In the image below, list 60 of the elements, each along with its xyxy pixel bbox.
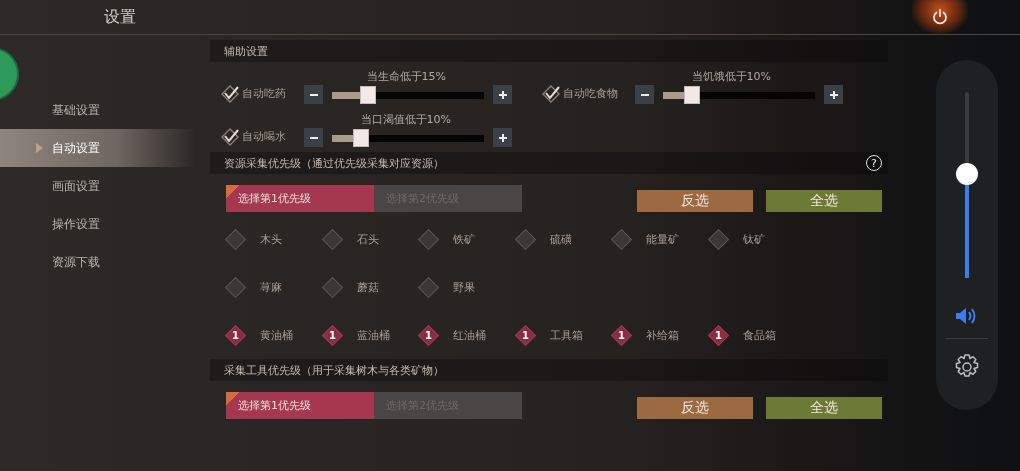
checkbox[interactable] [220,84,240,104]
section-title: 辅助设置 [224,43,268,59]
plus-icon [828,89,839,100]
nav-item[interactable]: 画面设置 [0,167,195,205]
option-label: 自动喝水 [242,129,287,145]
nav-item[interactable]: 资源下载 [0,243,195,281]
volume-thumb[interactable] [956,162,978,185]
plus-button[interactable] [493,85,512,104]
resource-label: 野果 [453,279,475,295]
nav-item[interactable]: 基础设置 [0,91,195,129]
power-button[interactable] [912,0,968,34]
plus-button[interactable] [493,128,512,147]
checkbox[interactable]: 1 [514,324,536,346]
option-label: 自动吃食物 [563,86,619,102]
resource-label: 硫磺 [549,231,572,247]
resource-label: 补给箱 [646,327,679,343]
invert-button[interactable]: 反选 [637,396,753,419]
priority-tab[interactable]: 选择第1优先级 [226,391,374,419]
slider-reading: 当口渴值低于10% [360,113,452,127]
checkbox[interactable]: 1 [417,324,440,346]
plus-icon [497,132,508,143]
option-label: 自动吃药 [242,86,287,102]
slider-reading: 当饥饿低于10% [691,70,772,84]
section-title: 资源采集优先级（通过优先级采集对应资源） [224,155,444,171]
resource-label: 钛矿 [742,231,765,247]
resource-label: 荨麻 [260,279,282,295]
slider-thumb[interactable] [684,86,701,104]
slider-thumb[interactable] [359,86,376,104]
resource-label: 铁矿 [453,231,475,247]
resource-label: 蘑菇 [356,279,379,295]
minus-button[interactable] [635,85,654,104]
page-title: 设置 [103,6,136,28]
section-title: 采集工具优先级（用于采集树木与各类矿物） [224,362,444,378]
checkbox[interactable]: 1 [224,324,247,346]
resource-label: 食品箱 [742,327,776,343]
invert-button[interactable]: 反选 [637,189,753,212]
select-all-button[interactable]: 全选 [766,189,882,212]
resource-label: 红油桶 [453,327,486,343]
checkbox[interactable] [541,84,561,104]
slider-reading: 当生命低于15% [366,70,447,84]
slider-thumb[interactable] [353,129,370,147]
resource-label: 石头 [356,231,379,247]
resource-label: 能量矿 [646,231,679,247]
power-icon [931,8,949,26]
plus-icon [497,89,508,100]
priority-tab[interactable]: 选择第1优先级 [226,184,374,212]
checkbox[interactable]: 1 [321,324,343,346]
plus-button[interactable] [824,85,843,104]
minus-button[interactable] [304,128,323,147]
resource-label: 蓝油桶 [356,327,390,343]
resource-label: 木头 [260,231,282,247]
minus-button[interactable] [304,85,323,104]
arrow-icon [36,143,43,153]
nav-item[interactable]: 操作设置 [0,205,195,243]
resource-label: 工具箱 [549,327,583,343]
checkbox[interactable] [220,127,240,147]
checkbox[interactable]: 1 [610,324,633,346]
checkbox[interactable]: 1 [707,324,729,346]
resource-label: 黄油桶 [260,327,293,343]
select-all-button[interactable]: 全选 [766,396,882,419]
